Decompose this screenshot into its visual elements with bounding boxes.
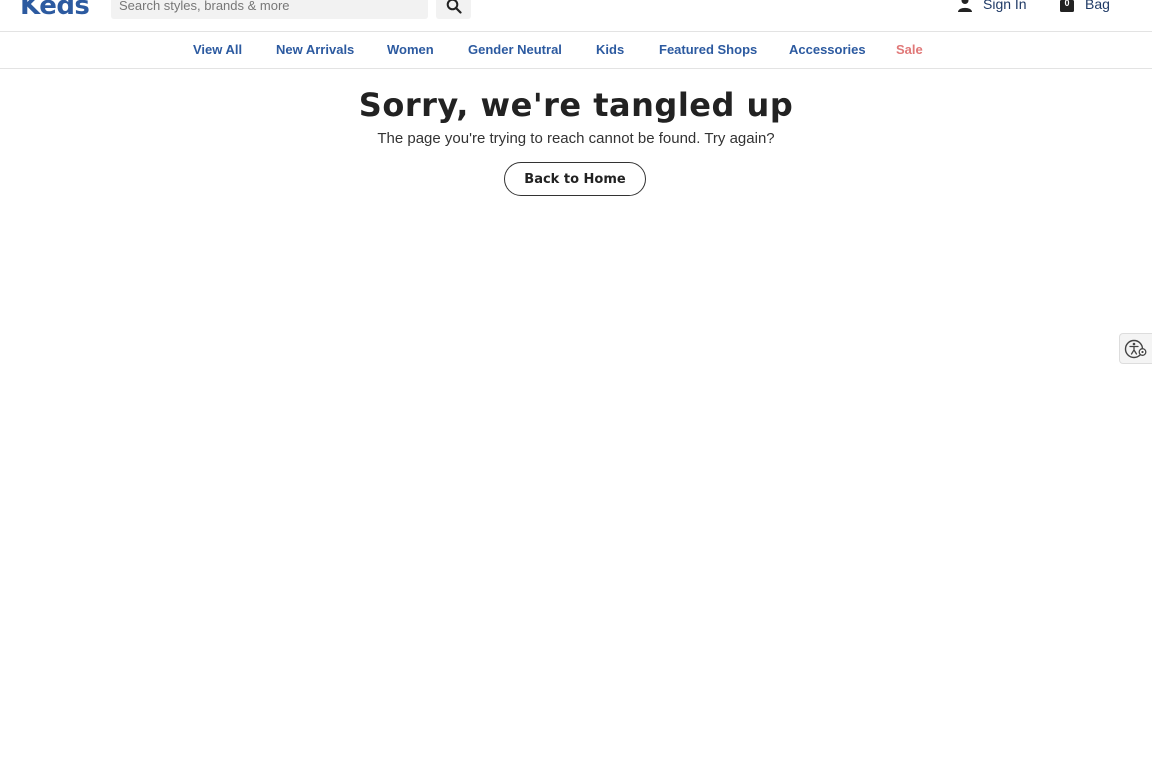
nav-item-sale[interactable]: Sale: [896, 42, 923, 57]
brand-logo[interactable]: Keds: [20, 0, 90, 21]
sign-in-label: Sign In: [983, 0, 1027, 12]
nav-item-women[interactable]: Women: [387, 42, 434, 57]
nav-item-accessories[interactable]: Accessories: [789, 42, 866, 57]
accessibility-icon: [1124, 339, 1147, 358]
nav-item-view-all[interactable]: View All: [193, 42, 242, 57]
nav-item-new-arrivals[interactable]: New Arrivals: [276, 42, 354, 57]
search-input[interactable]: [111, 0, 428, 19]
bag-link[interactable]: 0 Bag: [1058, 0, 1110, 14]
user-icon: [958, 0, 972, 12]
nav-item-featured-shops[interactable]: Featured Shops: [659, 42, 757, 57]
search-button[interactable]: [436, 0, 471, 19]
bag-icon: 0: [1058, 0, 1076, 13]
error-heading: Sorry, we're tangled up: [358, 86, 794, 124]
search-box: [111, 0, 428, 19]
top-header: Keds Sign In 0 Bag: [0, 0, 1152, 32]
nav-item-gender-neutral[interactable]: Gender Neutral: [468, 42, 562, 57]
accessibility-widget-button[interactable]: [1119, 333, 1152, 364]
back-to-home-button[interactable]: Back to Home: [504, 162, 646, 196]
main-nav: View All New Arrivals Women Gender Neutr…: [0, 32, 1152, 69]
nav-item-kids[interactable]: Kids: [596, 42, 624, 57]
sign-in-link[interactable]: Sign In: [957, 0, 1027, 14]
bag-label: Bag: [1085, 0, 1110, 12]
error-message: The page you're trying to reach cannot b…: [377, 130, 775, 147]
search-icon: [446, 0, 462, 14]
bag-count: 0: [1064, 0, 1070, 8]
